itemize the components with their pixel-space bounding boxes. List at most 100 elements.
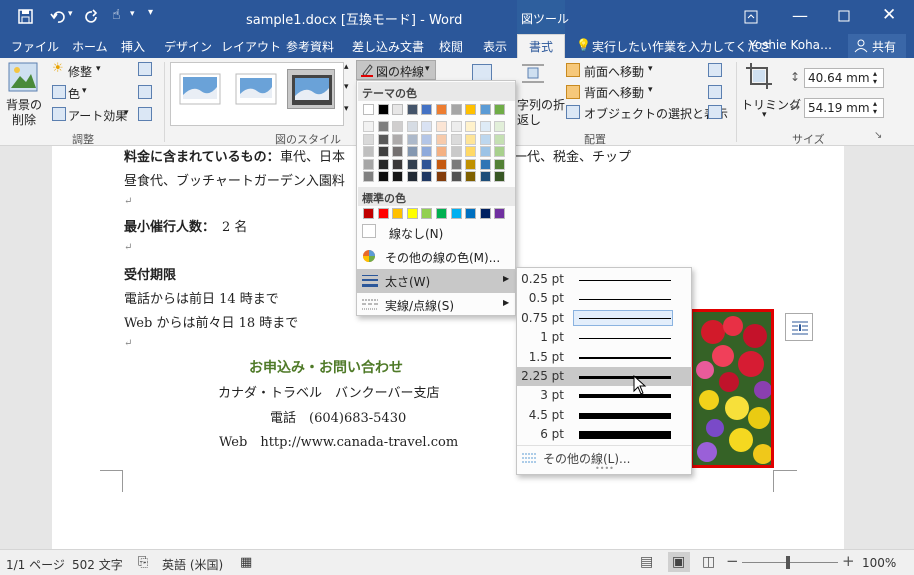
theme-color-shade-swatch[interactable] xyxy=(465,146,477,157)
selection-pane-button[interactable]: オブジェクトの選択と表示 xyxy=(584,105,728,122)
theme-color-shade-swatch[interactable] xyxy=(436,158,447,170)
weight-option[interactable]: 0.5 pt xyxy=(517,289,692,308)
reset-picture-icon[interactable] xyxy=(138,107,152,121)
theme-color-shade-swatch[interactable] xyxy=(406,146,418,157)
theme-color-shade-swatch[interactable] xyxy=(450,171,462,182)
theme-color-shade-swatch[interactable] xyxy=(465,133,477,145)
close-icon[interactable]: ✕ xyxy=(882,5,896,25)
weight-option[interactable]: 6 pt xyxy=(517,425,692,444)
wrap-text-icon[interactable] xyxy=(520,62,546,86)
tab-mailings[interactable]: 差し込み文書 xyxy=(352,38,424,55)
touch-dropdown-icon[interactable]: ▾ xyxy=(130,9,135,19)
theme-color-swatch[interactable] xyxy=(406,104,418,115)
theme-color-shade-swatch[interactable] xyxy=(421,171,433,182)
theme-color-shade-swatch[interactable] xyxy=(377,121,389,132)
weight-option[interactable]: 2.25 pt xyxy=(517,367,692,386)
theme-color-shade-swatch[interactable] xyxy=(421,133,433,145)
theme-color-swatch[interactable] xyxy=(377,104,389,115)
proofing-icon[interactable]: ⎘ xyxy=(138,555,148,570)
weight-item[interactable]: 太さ(W) ▶ xyxy=(357,269,515,293)
theme-color-swatch[interactable] xyxy=(494,104,506,115)
send-backward-dropdown-icon[interactable]: ▾ xyxy=(648,85,653,95)
selection-pane-icon[interactable] xyxy=(566,105,580,119)
wrap-text-label2[interactable]: 返し xyxy=(517,111,541,128)
theme-color-shade-swatch[interactable] xyxy=(421,121,433,132)
theme-color-shade-swatch[interactable] xyxy=(436,133,447,145)
print-layout-button[interactable]: ▣ xyxy=(668,552,690,572)
theme-color-shade-swatch[interactable] xyxy=(479,133,491,145)
maximize-icon[interactable] xyxy=(838,10,850,22)
compress-pictures-icon[interactable] xyxy=(138,62,152,76)
zoom-level[interactable]: 100% xyxy=(862,556,896,570)
theme-color-shade-swatch[interactable] xyxy=(406,133,418,145)
web-layout-icon[interactable]: ◫ xyxy=(702,554,715,570)
tab-home[interactable]: ホーム xyxy=(72,38,108,55)
user-name[interactable]: Yoshie Koha… xyxy=(749,38,832,52)
theme-color-shade-swatch[interactable] xyxy=(450,146,462,157)
page-count[interactable]: 1/1 ページ xyxy=(6,556,65,573)
standard-color-swatch[interactable] xyxy=(450,208,462,219)
picture-border-button[interactable]: 図の枠線 ▾ xyxy=(356,60,436,80)
flower-picture[interactable] xyxy=(690,309,774,468)
language[interactable]: 英語 (米国) xyxy=(162,556,223,573)
gallery-down-icon[interactable]: ▾ xyxy=(344,82,349,92)
theme-color-shade-swatch[interactable] xyxy=(479,171,491,182)
theme-color-shade-swatch[interactable] xyxy=(450,133,462,145)
tab-design[interactable]: デザイン xyxy=(164,38,212,55)
word-count[interactable]: 502 文字 xyxy=(72,556,123,573)
theme-color-shade-swatch[interactable] xyxy=(377,171,389,182)
standard-color-swatch[interactable] xyxy=(465,208,477,219)
size-dialog-launcher-icon[interactable]: ↘ xyxy=(874,130,882,141)
theme-color-shade-swatch[interactable] xyxy=(494,158,506,170)
customize-qat-icon[interactable]: ▾ xyxy=(148,7,153,18)
theme-color-shade-swatch[interactable] xyxy=(494,171,506,182)
theme-color-shade-swatch[interactable] xyxy=(494,121,506,132)
standard-color-swatch[interactable] xyxy=(494,208,506,219)
artistic-effects-button[interactable]: アート効果 xyxy=(68,107,127,124)
redo-icon[interactable] xyxy=(84,9,100,25)
tab-view[interactable]: 表示 xyxy=(483,38,507,55)
send-backward-icon[interactable] xyxy=(566,85,580,99)
style-thumb-1[interactable] xyxy=(179,73,221,105)
theme-color-shade-swatch[interactable] xyxy=(377,146,389,157)
change-picture-icon[interactable] xyxy=(138,85,152,99)
theme-color-shade-swatch[interactable] xyxy=(363,133,374,145)
theme-color-swatch[interactable] xyxy=(479,104,491,115)
weight-option[interactable]: 3 pt xyxy=(517,386,692,405)
corrections-dropdown-icon[interactable]: ▾ xyxy=(96,64,101,74)
height-spinner-icon[interactable]: ▴ ▾ xyxy=(873,70,877,86)
theme-color-shade-swatch[interactable] xyxy=(436,121,447,132)
theme-color-shade-swatch[interactable] xyxy=(392,158,404,170)
theme-color-shade-swatch[interactable] xyxy=(392,171,404,182)
width-spinner-icon[interactable]: ▴ ▾ xyxy=(873,100,877,116)
macro-icon[interactable]: ▦ xyxy=(240,555,252,570)
gallery-up-icon[interactable]: ▴ xyxy=(344,62,349,72)
group-icon[interactable] xyxy=(708,85,722,99)
remove-background-icon[interactable] xyxy=(8,62,38,92)
standard-color-swatch[interactable] xyxy=(363,208,374,219)
standard-color-swatch[interactable] xyxy=(479,208,491,219)
save-icon[interactable] xyxy=(18,9,34,25)
weight-option[interactable]: 1 pt xyxy=(517,328,692,347)
dashes-item[interactable]: 実線/点線(S) ▶ xyxy=(357,293,515,317)
theme-color-shade-swatch[interactable] xyxy=(392,121,404,132)
style-thumb-3[interactable] xyxy=(287,69,335,109)
theme-color-shade-swatch[interactable] xyxy=(363,146,374,157)
theme-color-shade-swatch[interactable] xyxy=(421,146,433,157)
weight-option[interactable]: 4.5 pt xyxy=(517,406,692,425)
theme-color-shade-swatch[interactable] xyxy=(363,158,374,170)
tab-file[interactable]: ファイル xyxy=(11,38,59,55)
theme-color-shade-swatch[interactable] xyxy=(406,121,418,132)
corrections-button[interactable]: 修整 xyxy=(68,63,92,80)
color-icon[interactable] xyxy=(52,85,66,99)
theme-color-shade-swatch[interactable] xyxy=(479,158,491,170)
artistic-dropdown-icon[interactable]: ▾ xyxy=(124,108,129,118)
bring-forward-dropdown-icon[interactable]: ▾ xyxy=(648,64,653,74)
color-dropdown-icon[interactable]: ▾ xyxy=(82,86,87,96)
touch-mode-icon[interactable]: ☝ xyxy=(112,7,121,23)
standard-color-swatch[interactable] xyxy=(377,208,389,219)
undo-dropdown-icon[interactable]: ▾ xyxy=(68,9,73,19)
zoom-in-icon[interactable]: + xyxy=(842,552,855,570)
theme-color-shade-swatch[interactable] xyxy=(479,146,491,157)
more-outline-colors-item[interactable]: その他の線の色(M)... xyxy=(357,245,515,269)
